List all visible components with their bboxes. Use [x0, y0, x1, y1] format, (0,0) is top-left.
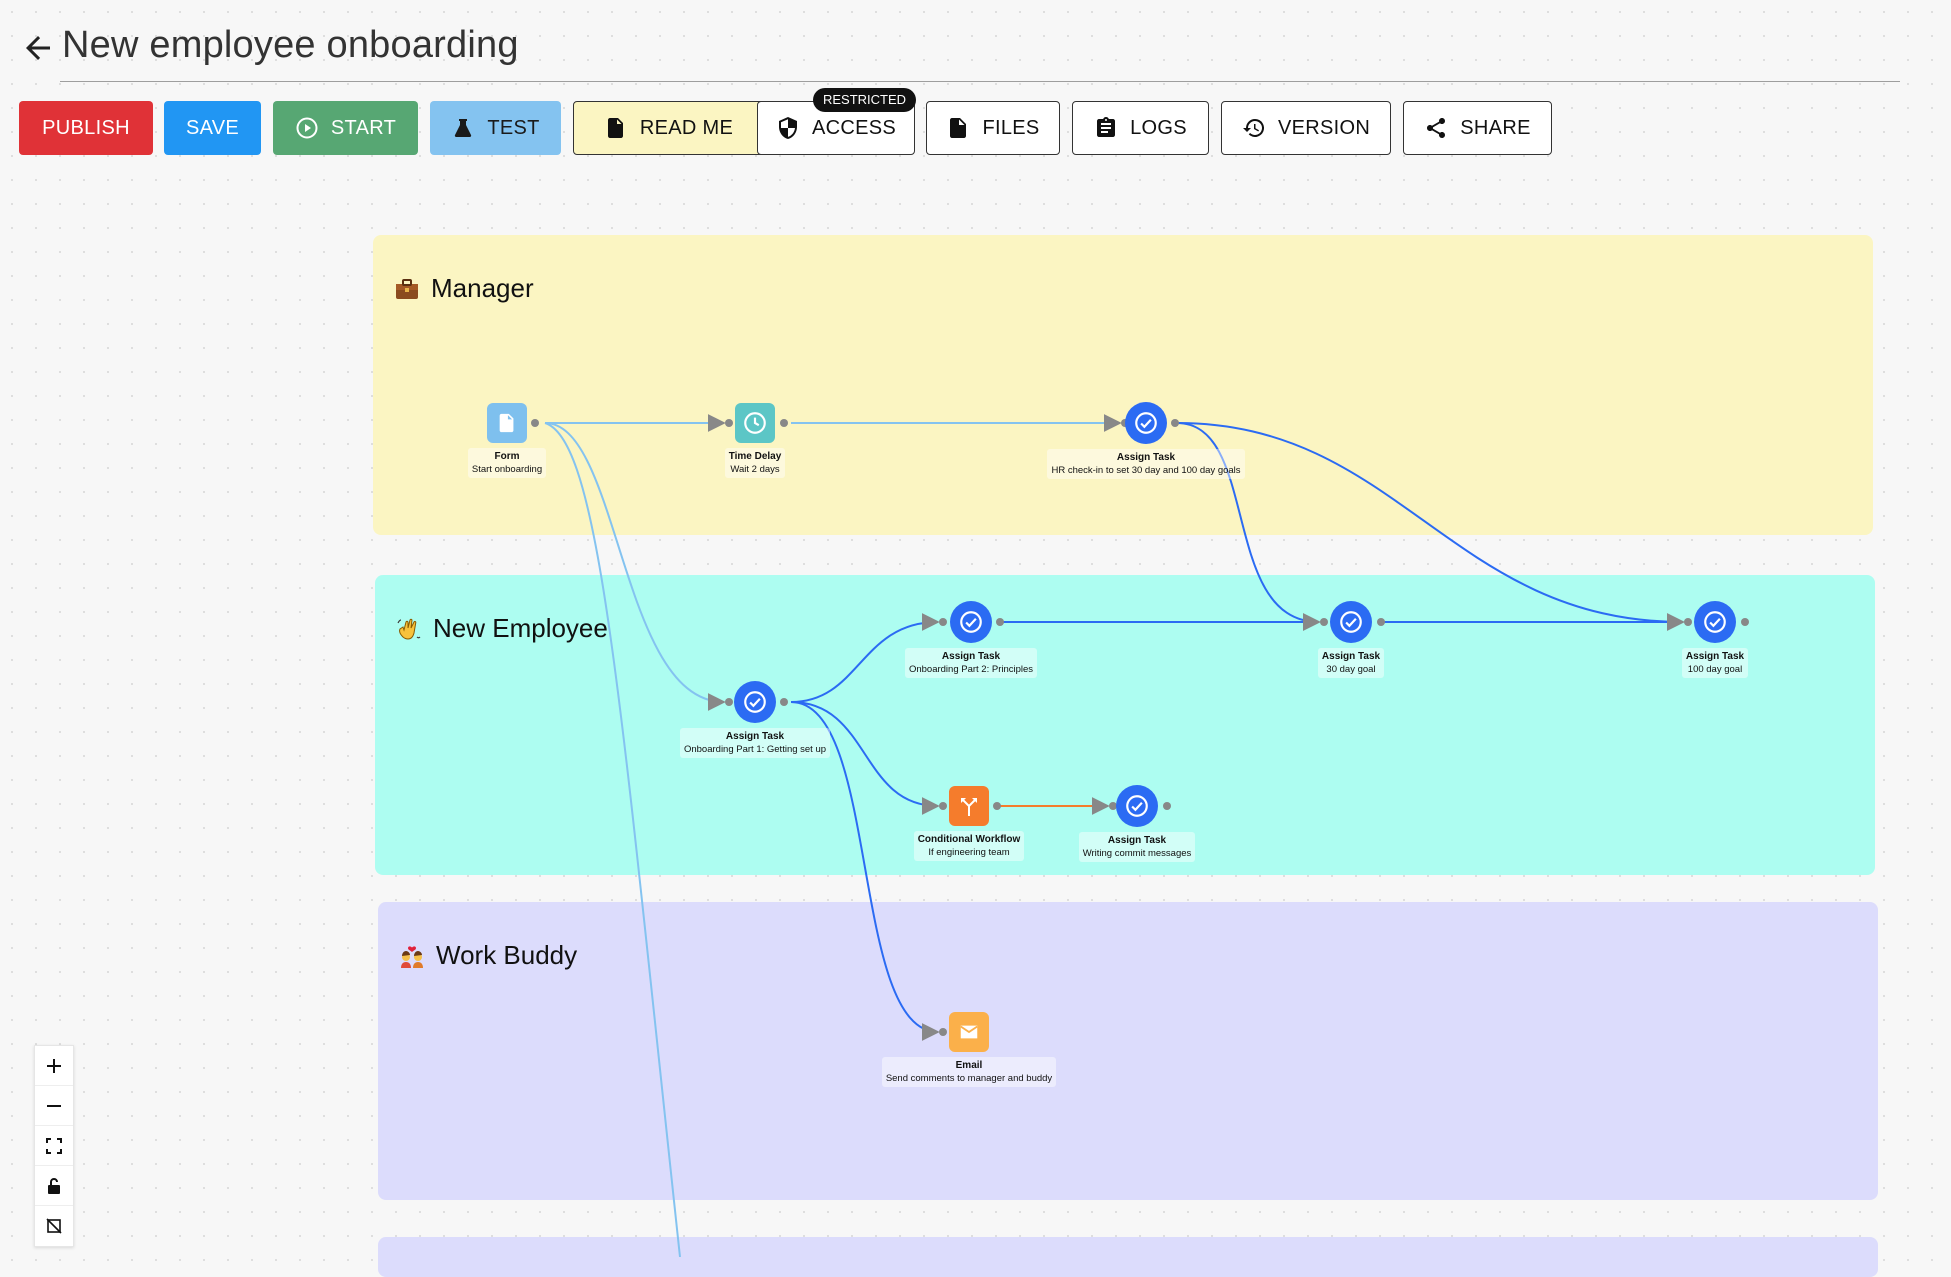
node-label: Assign Task 100 day goal	[1681, 648, 1749, 678]
node-title: Assign Task	[725, 731, 785, 742]
node-subtitle: If engineering team	[928, 847, 1010, 858]
lock-icon[interactable]	[35, 1166, 73, 1206]
node-label: Assign Task Onboarding Part 2: Principle…	[904, 648, 1038, 678]
node-title: Assign Task	[1107, 835, 1167, 846]
node-assign-hr-checkin[interactable]: Assign Task HR check-in to set 30 day an…	[1046, 402, 1246, 479]
node-label: Email Send comments to manager and buddy	[881, 1057, 1057, 1087]
node-label: Form Start onboarding	[467, 448, 547, 478]
node-title: Assign Task	[941, 651, 1001, 662]
document-icon	[487, 403, 527, 443]
node-subtitle: HR check-in to set 30 day and 100 day go…	[1051, 465, 1241, 476]
toggle-minimap-icon[interactable]	[35, 1206, 73, 1245]
node-assign-part2[interactable]: Assign Task Onboarding Part 2: Principle…	[871, 601, 1071, 678]
check-circle-icon	[1125, 402, 1167, 444]
check-circle-icon	[1116, 785, 1158, 827]
node-subtitle: Start onboarding	[471, 464, 543, 475]
node-subtitle: Wait 2 days	[730, 464, 780, 475]
check-circle-icon	[734, 681, 776, 723]
edge-form-to-next-lane	[544, 422, 681, 1257]
node-title: Form	[494, 451, 520, 462]
check-circle-icon	[950, 601, 992, 643]
check-circle-icon	[1330, 601, 1372, 643]
node-form[interactable]: Form Start onboarding	[407, 403, 607, 478]
node-assign-commit[interactable]: Assign Task Writing commit messages	[1037, 785, 1237, 862]
node-label: Conditional Workflow If engineering team	[913, 831, 1025, 861]
fit-view-icon[interactable]	[35, 1126, 73, 1166]
node-title: Assign Task	[1116, 452, 1176, 463]
node-subtitle: Onboarding Part 2: Principles	[908, 664, 1034, 675]
node-title: Conditional Workflow	[917, 834, 1021, 845]
node-assign-goal30[interactable]: Assign Task 30 day goal	[1251, 601, 1451, 678]
node-title: Assign Task	[1685, 651, 1745, 662]
zoom-in-icon[interactable]	[35, 1046, 73, 1086]
check-circle-icon	[1694, 601, 1736, 643]
node-subtitle: 100 day goal	[1687, 664, 1743, 675]
node-title: Email	[955, 1060, 983, 1071]
clock-icon	[735, 403, 775, 443]
node-subtitle: 30 day goal	[1326, 664, 1376, 675]
edge-hr-to-goal100	[1176, 422, 1685, 631]
node-label: Assign Task Writing commit messages	[1078, 832, 1196, 862]
node-label: Assign Task Onboarding Part 1: Getting s…	[679, 728, 831, 758]
node-title: Time Delay	[728, 451, 782, 462]
node-label: Assign Task 30 day goal	[1317, 648, 1385, 678]
node-subtitle: Onboarding Part 1: Getting set up	[683, 744, 827, 755]
node-label: Assign Task HR check-in to set 30 day an…	[1047, 449, 1245, 479]
canvas-controls	[34, 1045, 74, 1247]
node-email[interactable]: Email Send comments to manager and buddy	[869, 1012, 1069, 1087]
node-subtitle: Writing commit messages	[1082, 848, 1192, 859]
zoom-out-icon[interactable]	[35, 1086, 73, 1126]
node-title: Assign Task	[1321, 651, 1381, 662]
node-assign-goal100[interactable]: Assign Task 100 day goal	[1615, 601, 1815, 678]
envelope-icon	[949, 1012, 989, 1052]
node-label: Time Delay Wait 2 days	[724, 448, 786, 478]
branch-icon	[949, 786, 989, 826]
node-subtitle: Send comments to manager and buddy	[885, 1073, 1053, 1084]
node-time-delay[interactable]: Time Delay Wait 2 days	[655, 403, 855, 478]
node-assign-part1[interactable]: Assign Task Onboarding Part 1: Getting s…	[655, 681, 855, 758]
